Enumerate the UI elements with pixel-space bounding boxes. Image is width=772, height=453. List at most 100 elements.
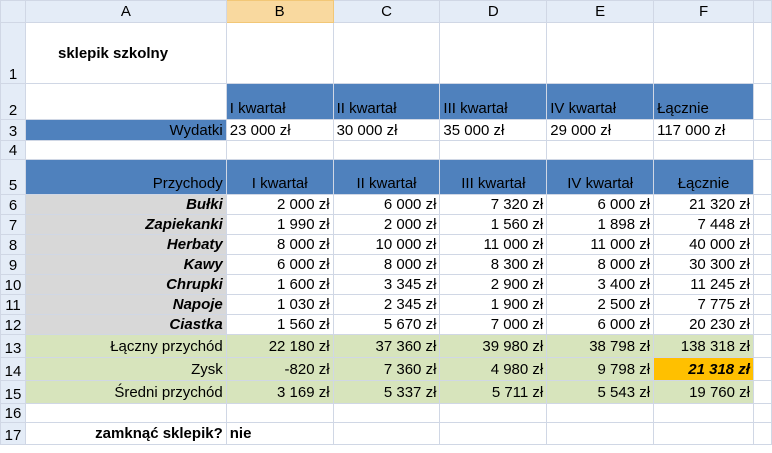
quarter-header-2[interactable]: II kwartał <box>332 159 441 195</box>
quarter-header-3[interactable]: III kwartał <box>439 159 548 195</box>
cell[interactable] <box>752 274 772 295</box>
product-value[interactable]: 1 898 zł <box>546 214 655 235</box>
column-header-extra[interactable] <box>752 0 772 23</box>
product-value[interactable]: 5 670 zł <box>332 314 441 335</box>
product-value[interactable]: 6 000 zł <box>225 254 334 275</box>
product-total[interactable]: 21 320 zł <box>653 194 754 215</box>
product-value[interactable]: 3 345 zł <box>332 274 441 295</box>
cell[interactable] <box>752 194 772 215</box>
cell[interactable] <box>546 403 655 423</box>
profit-value[interactable]: 4 980 zł <box>439 357 548 381</box>
product-name[interactable]: Bułki <box>24 194 227 215</box>
cell[interactable] <box>653 140 754 160</box>
product-name[interactable]: Chrupki <box>24 274 227 295</box>
profit-value[interactable]: 7 360 zł <box>332 357 441 381</box>
cell[interactable] <box>225 403 334 423</box>
cell[interactable] <box>439 140 548 160</box>
row-header-3[interactable]: 3 <box>0 119 26 141</box>
product-value[interactable]: 8 000 zł <box>225 234 334 255</box>
product-value[interactable]: 1 560 zł <box>439 214 548 235</box>
cell[interactable] <box>332 422 441 445</box>
product-value[interactable]: 3 400 zł <box>546 274 655 295</box>
quarter-header-1[interactable]: I kwartał <box>225 83 334 120</box>
row-header-13[interactable]: 13 <box>0 334 26 358</box>
row-header-11[interactable]: 11 <box>0 294 26 315</box>
product-value[interactable]: 11 000 zł <box>439 234 548 255</box>
row-header-1[interactable]: 1 <box>0 22 26 84</box>
quarter-header-1[interactable]: I kwartał <box>225 159 334 195</box>
cell[interactable] <box>752 357 772 381</box>
profit-total-highlighted[interactable]: 21 318 zł <box>653 357 754 381</box>
cell[interactable] <box>24 403 227 423</box>
product-value[interactable]: 1 030 zł <box>225 294 334 315</box>
cell[interactable] <box>332 22 441 84</box>
cell[interactable] <box>752 294 772 315</box>
expense-value[interactable]: 23 000 zł <box>225 119 334 141</box>
quarter-header-4[interactable]: IV kwartał <box>546 159 655 195</box>
cell[interactable] <box>653 22 754 84</box>
product-total[interactable]: 30 300 zł <box>653 254 754 275</box>
product-value[interactable]: 8 300 zł <box>439 254 548 275</box>
product-name[interactable]: Napoje <box>24 294 227 315</box>
total-income-total[interactable]: 138 318 zł <box>653 334 754 358</box>
product-name[interactable]: Herbaty <box>24 234 227 255</box>
product-name[interactable]: Ciastka <box>24 314 227 335</box>
expense-value[interactable]: 35 000 zł <box>439 119 548 141</box>
total-income-value[interactable]: 22 180 zł <box>225 334 334 358</box>
select-all-corner[interactable] <box>0 0 26 23</box>
total-header[interactable]: Łącznie <box>653 83 754 120</box>
cell[interactable] <box>439 422 548 445</box>
column-header-f[interactable]: F <box>653 0 754 23</box>
avg-income-label[interactable]: Średni przychód <box>24 380 227 404</box>
column-header-d[interactable]: D <box>439 0 548 23</box>
cell[interactable] <box>653 403 754 423</box>
cell[interactable] <box>24 83 227 120</box>
close-shop-answer[interactable]: nie <box>225 422 334 445</box>
product-value[interactable]: 7 000 zł <box>439 314 548 335</box>
cell[interactable] <box>546 22 655 84</box>
expense-value[interactable]: 30 000 zł <box>332 119 441 141</box>
product-value[interactable]: 1 560 zł <box>225 314 334 335</box>
cell[interactable] <box>752 214 772 235</box>
row-header-7[interactable]: 7 <box>0 214 26 235</box>
product-value[interactable]: 6 000 zł <box>332 194 441 215</box>
cell[interactable] <box>546 422 655 445</box>
product-total[interactable]: 40 000 zł <box>653 234 754 255</box>
avg-income-value[interactable]: 3 169 zł <box>225 380 334 404</box>
cell[interactable] <box>752 422 772 445</box>
quarter-header-3[interactable]: III kwartał <box>439 83 548 120</box>
profit-label[interactable]: Zysk <box>24 357 227 381</box>
cell[interactable] <box>752 403 772 423</box>
cell[interactable] <box>653 422 754 445</box>
cell[interactable] <box>225 22 334 84</box>
cell[interactable] <box>439 403 548 423</box>
cell[interactable] <box>752 22 772 84</box>
cell[interactable] <box>332 403 441 423</box>
cell[interactable] <box>752 234 772 255</box>
spreadsheet[interactable]: A B C D E F 1 sklepik szkolny 2 I kwarta… <box>0 0 772 453</box>
quarter-header-4[interactable]: IV kwartał <box>546 83 655 120</box>
column-header-a[interactable]: A <box>24 0 227 23</box>
avg-income-total[interactable]: 19 760 zł <box>653 380 754 404</box>
avg-income-value[interactable]: 5 543 zł <box>546 380 655 404</box>
product-total[interactable]: 20 230 zł <box>653 314 754 335</box>
product-total[interactable]: 7 775 zł <box>653 294 754 315</box>
cell[interactable] <box>24 140 227 160</box>
row-header-4[interactable]: 4 <box>0 140 26 160</box>
sheet-title[interactable]: sklepik szkolny <box>24 22 227 84</box>
avg-income-value[interactable]: 5 337 zł <box>332 380 441 404</box>
cell[interactable] <box>225 140 334 160</box>
cell[interactable] <box>752 119 772 141</box>
row-header-9[interactable]: 9 <box>0 254 26 275</box>
product-name[interactable]: Zapiekanki <box>24 214 227 235</box>
row-header-5[interactable]: 5 <box>0 159 26 195</box>
product-value[interactable]: 1 900 zł <box>439 294 548 315</box>
total-income-label[interactable]: Łączny przychód <box>24 334 227 358</box>
product-value[interactable]: 2 900 zł <box>439 274 548 295</box>
product-value[interactable]: 11 000 zł <box>546 234 655 255</box>
row-header-17[interactable]: 17 <box>0 422 26 445</box>
row-header-2[interactable]: 2 <box>0 83 26 120</box>
cell[interactable] <box>439 22 548 84</box>
product-value[interactable]: 7 320 zł <box>439 194 548 215</box>
income-header[interactable]: Przychody <box>24 159 227 195</box>
